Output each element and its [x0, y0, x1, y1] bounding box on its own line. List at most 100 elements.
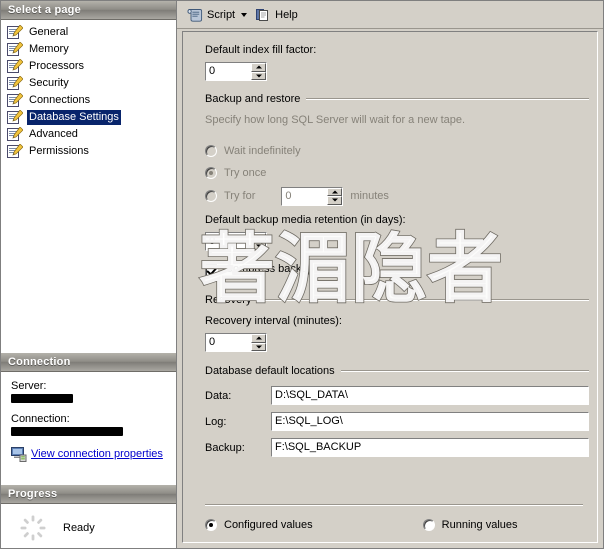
stepper-down-icon[interactable] [327, 196, 343, 205]
stepper-down-icon[interactable] [251, 241, 266, 250]
radio-try-once[interactable]: Try once [205, 164, 589, 182]
group-rule [340, 370, 589, 372]
stepper-up-icon[interactable] [251, 334, 266, 343]
sidebar-item-advanced[interactable]: Advanced [7, 126, 176, 143]
script-button[interactable]: Script [183, 5, 251, 25]
recovery-interval-value[interactable]: 0 [206, 334, 251, 351]
radio-icon[interactable] [205, 145, 217, 157]
sidebar-item-label: Processors [29, 60, 85, 72]
retention-stepper-buttons[interactable] [251, 233, 266, 250]
fill-factor-value[interactable]: 0 [206, 63, 251, 80]
help-pages-icon [255, 7, 271, 23]
log-path-row: Log: E:\SQL_LOG\ [205, 412, 589, 431]
retention-label: Default backup media retention (in days)… [205, 214, 406, 226]
server-value-redacted [11, 394, 73, 403]
sidebar-item-general[interactable]: General [7, 24, 176, 41]
progress-spinner-icon [19, 514, 47, 542]
recovery-group-header: Recovery [205, 294, 589, 306]
page-script-icon [7, 126, 24, 142]
backup-path-label: Backup: [205, 441, 245, 454]
stepper-down-icon[interactable] [251, 342, 266, 351]
log-path-label: Log: [205, 415, 227, 428]
sidebar-item-memory[interactable]: Memory [7, 41, 176, 58]
backup-and-restore-group-label: Backup and restore [205, 93, 301, 105]
stepper-up-icon[interactable] [251, 233, 266, 242]
radio-label: Try once [224, 167, 267, 179]
retention-value[interactable]: 0 [206, 233, 251, 250]
fill-factor-stepper[interactable]: 0 [205, 62, 267, 81]
backup-path-row: Backup: F:\SQL_BACKUP [205, 438, 589, 457]
chevron-down-icon[interactable] [241, 12, 248, 17]
data-path-input[interactable]: D:\SQL_DATA\ [271, 386, 589, 405]
page-script-icon [7, 58, 24, 74]
sidebar-item-label: Security [29, 77, 69, 89]
page-list: General Memory Processors Security Conne… [1, 20, 176, 160]
help-button-label: Help [275, 8, 298, 21]
select-a-page-header: Select a page [1, 1, 176, 20]
stepper-up-icon[interactable] [251, 63, 266, 72]
settings-content-frame: Default index fill factor: 0 Backup and … [182, 31, 598, 543]
fill-factor-stepper-buttons[interactable] [251, 63, 266, 80]
sidebar-item-label: Permissions [29, 145, 89, 157]
data-path-row: Data: D:\SQL_DATA\ [205, 386, 589, 405]
progress-panel: Progress Ready [1, 485, 176, 548]
try-for-value[interactable]: 0 [282, 187, 328, 205]
radio-label: Try for [224, 190, 256, 202]
default-locations-group-label: Database default locations [205, 365, 335, 377]
recovery-interval-stepper[interactable]: 0 [205, 333, 267, 352]
log-path-input[interactable]: E:\SQL_LOG\ [271, 412, 589, 431]
group-rule [257, 299, 589, 301]
try-for-unit-label: minutes [350, 190, 389, 202]
compress-backup-row[interactable]: Compress backup [205, 260, 589, 278]
sidebar-item-label: General [29, 26, 69, 38]
backup-and-restore-group-header: Backup and restore [205, 93, 589, 105]
compress-backup-checkbox[interactable] [205, 262, 218, 276]
radio-icon[interactable] [205, 519, 217, 531]
progress-status-text: Ready [63, 522, 95, 534]
sidebar-item-security[interactable]: Security [7, 75, 176, 92]
bottom-separator [205, 504, 583, 506]
view-connection-properties-link[interactable]: View connection properties [31, 448, 163, 460]
page-script-icon [7, 24, 24, 40]
right-pane: Script Help Default index fill factor: 0… [177, 1, 603, 548]
help-button[interactable]: Help [251, 5, 302, 25]
radio-icon[interactable] [205, 190, 217, 202]
radio-running-values[interactable]: Running values [422, 516, 518, 534]
sidebar-item-connections[interactable]: Connections [7, 92, 176, 109]
sidebar-item-processors[interactable]: Processors [7, 58, 176, 75]
server-label: Server: [11, 380, 47, 392]
stepper-down-icon[interactable] [251, 71, 266, 80]
script-button-label: Script [207, 8, 236, 21]
sidebar-item-permissions[interactable]: Permissions [7, 143, 176, 160]
connection-header: Connection [1, 353, 176, 372]
backup-description: Specify how long SQL Server will wait fo… [205, 114, 466, 126]
recovery-interval-label: Recovery interval (minutes): [205, 315, 342, 327]
radio-icon[interactable] [422, 519, 435, 531]
recovery-stepper-buttons[interactable] [251, 334, 266, 351]
recovery-group-label: Recovery [205, 294, 252, 306]
page-script-icon [7, 41, 24, 57]
value-mode-radio-group: Configured values Running values [205, 516, 518, 534]
fill-factor-label: Default index fill factor: [205, 44, 317, 56]
progress-header: Progress [1, 485, 176, 504]
server-properties-dialog: Select a page General Memory Processors … [0, 0, 604, 549]
toolbar: Script Help [177, 1, 603, 29]
radio-configured-values[interactable]: Configured values [205, 516, 313, 534]
radio-label: Configured values [224, 519, 313, 531]
connection-panel: Connection Server: Connection: View conn… [1, 353, 176, 468]
view-connection-properties-row[interactable]: View connection properties [11, 446, 176, 462]
default-locations-group-header: Database default locations [205, 365, 589, 377]
try-for-stepper-buttons[interactable] [327, 187, 343, 205]
radio-wait-indefinitely[interactable]: Wait indefinitely [205, 142, 589, 160]
stepper-up-icon[interactable] [327, 187, 343, 196]
server-connection-icon [11, 446, 27, 462]
radio-try-for-row[interactable]: Try for 0 minutes [205, 186, 589, 206]
page-script-icon [7, 92, 24, 108]
radio-icon[interactable] [205, 167, 217, 179]
sidebar-item-database-settings[interactable]: Database Settings [7, 109, 176, 126]
sidebar-item-label: Connections [29, 94, 91, 106]
sidebar-item-label: Memory [29, 43, 69, 55]
backup-path-input[interactable]: F:\SQL_BACKUP [271, 438, 589, 457]
try-for-stepper[interactable]: 0 [281, 186, 344, 206]
retention-stepper[interactable]: 0 [205, 232, 267, 251]
